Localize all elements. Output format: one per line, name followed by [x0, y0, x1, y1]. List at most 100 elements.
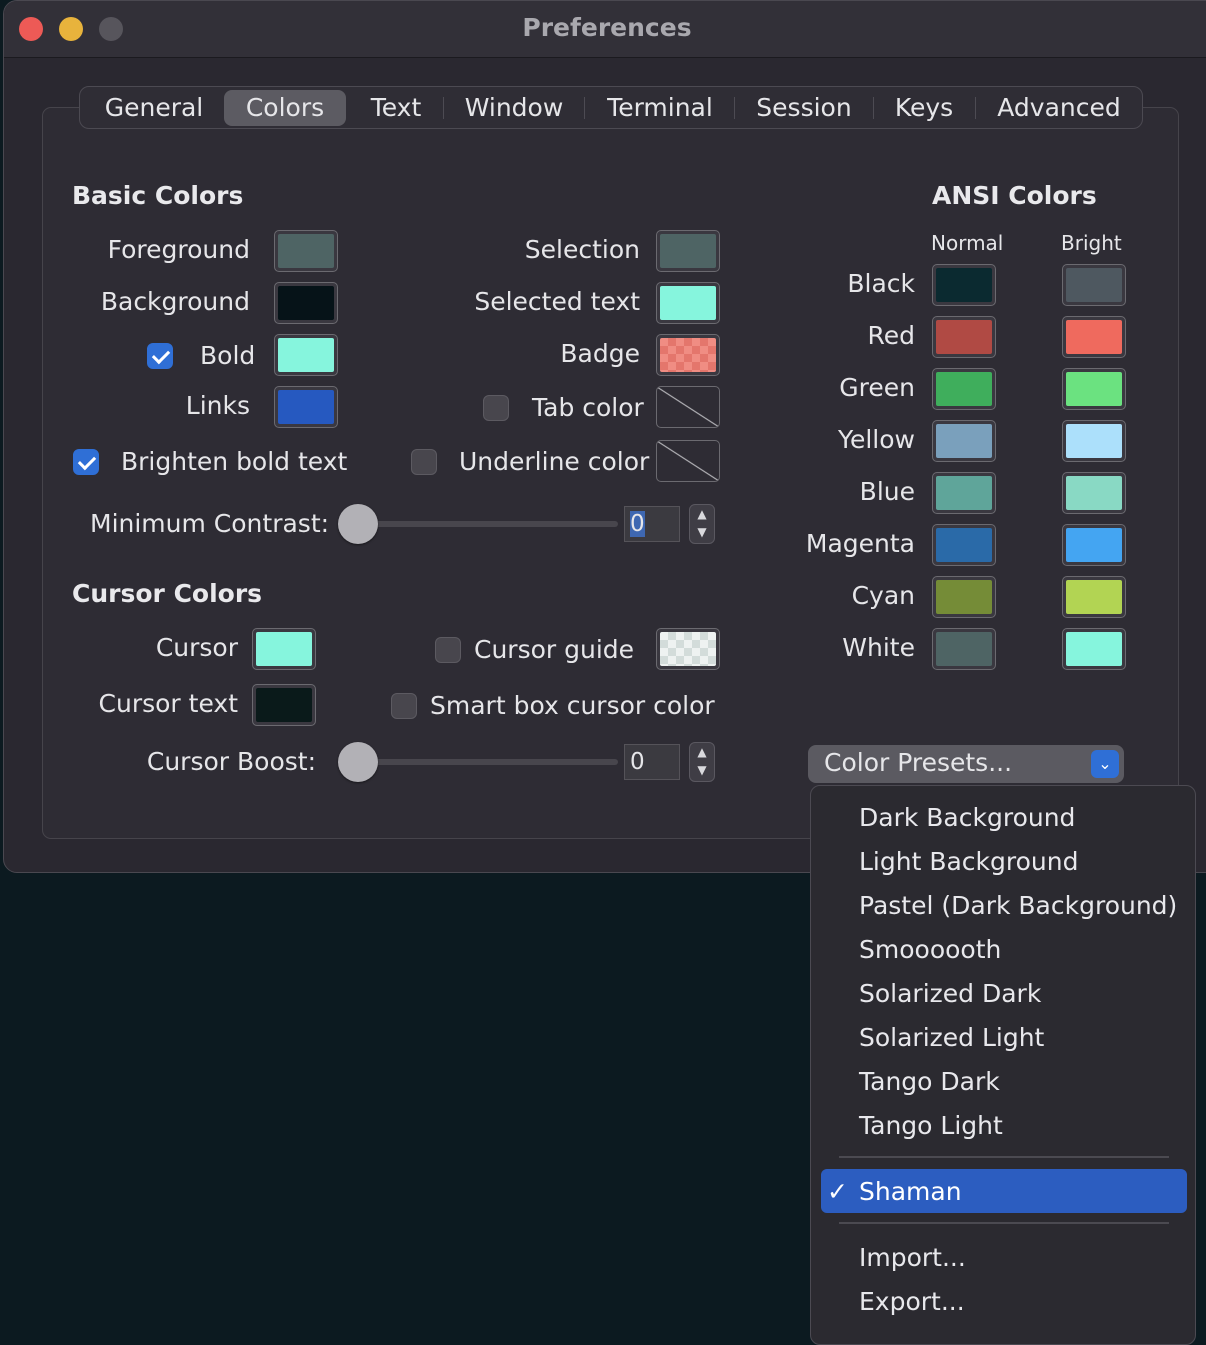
ansi-cyan-label: Cyan [851, 581, 915, 610]
links-label: Links [185, 391, 250, 420]
ansi-white-label: White [842, 633, 915, 662]
foreground-color-well[interactable] [274, 230, 338, 272]
ansi-colors-heading: ANSI Colors [932, 181, 1097, 210]
minimum-contrast-track[interactable] [358, 521, 618, 527]
cursor-label: Cursor [155, 633, 238, 662]
cursor-guide-color-well[interactable] [656, 628, 720, 670]
menu-item-solarized-light[interactable]: Solarized Light [859, 1023, 1044, 1052]
cursor-color-well[interactable] [252, 628, 316, 670]
tab-divider [734, 97, 735, 119]
selection-color-well[interactable] [656, 230, 720, 272]
color-presets-menu: Dark Background Light Background Pastel … [810, 785, 1196, 1345]
smart-box-cursor-label: Smart box cursor color [430, 691, 715, 720]
underline-color-well[interactable] [656, 440, 720, 482]
ansi-magenta-bright-well[interactable] [1062, 524, 1126, 566]
tab-divider [584, 97, 585, 119]
ansi-blue-normal-well[interactable] [932, 472, 996, 514]
foreground-label: Foreground [107, 235, 250, 264]
selected-text-color-well[interactable] [656, 282, 720, 324]
tab-advanced[interactable]: Advanced [984, 90, 1134, 126]
cursor-guide-checkbox[interactable] [435, 637, 461, 663]
tab-session[interactable]: Session [744, 90, 864, 126]
menu-item-smoooooth[interactable]: Smoooooth [859, 935, 1001, 964]
brighten-bold-checkbox[interactable] [73, 449, 99, 475]
tab-divider [975, 97, 976, 119]
underline-color-label: Underline color [459, 447, 650, 476]
cursor-boost-knob[interactable] [338, 742, 378, 782]
stepper-down-icon[interactable]: ▼ [690, 761, 714, 779]
ansi-blue-bright-well[interactable] [1062, 472, 1126, 514]
ansi-black-label: Black [847, 269, 915, 298]
badge-color-well[interactable] [656, 334, 720, 376]
minimum-contrast-field[interactable]: 0 [624, 506, 680, 542]
stepper-up-icon[interactable]: ▲ [690, 743, 714, 761]
background-color-well[interactable] [274, 282, 338, 324]
tab-terminal[interactable]: Terminal [593, 90, 727, 126]
ansi-cyan-bright-well[interactable] [1062, 576, 1126, 618]
ansi-black-normal-well[interactable] [932, 264, 996, 306]
menu-separator [839, 1156, 1169, 1158]
ansi-yellow-bright-well[interactable] [1062, 420, 1126, 462]
smart-box-cursor-checkbox[interactable] [391, 693, 417, 719]
menu-item-light-background[interactable]: Light Background [859, 847, 1078, 876]
ansi-green-label: Green [839, 373, 915, 402]
ansi-yellow-normal-well[interactable] [932, 420, 996, 462]
ansi-cyan-normal-well[interactable] [932, 576, 996, 618]
minimum-contrast-value: 0 [630, 511, 645, 537]
minimum-contrast-knob[interactable] [338, 504, 378, 544]
tab-divider [443, 97, 444, 119]
tab-bar: General Colors Text Window Terminal Sess… [79, 86, 1143, 129]
ansi-green-bright-well[interactable] [1062, 368, 1126, 410]
ansi-magenta-normal-well[interactable] [932, 524, 996, 566]
tab-text[interactable]: Text [357, 90, 435, 126]
tab-divider [873, 97, 874, 119]
tab-window[interactable]: Window [453, 90, 575, 126]
ansi-red-label: Red [867, 321, 916, 350]
menu-item-pastel-dark-background[interactable]: Pastel (Dark Background) [859, 891, 1177, 920]
window-title: Preferences [522, 13, 692, 42]
minimum-contrast-stepper[interactable]: ▲ ▼ [689, 504, 715, 544]
tab-color-well[interactable] [656, 386, 720, 428]
basic-colors-heading: Basic Colors [72, 181, 244, 210]
menu-item-export[interactable]: Export... [859, 1287, 965, 1316]
cursor-colors-heading: Cursor Colors [72, 579, 263, 608]
cursor-guide-label: Cursor guide [474, 635, 635, 664]
ansi-red-normal-well[interactable] [932, 316, 996, 358]
cursor-boost-label: Cursor Boost: [146, 747, 316, 776]
selected-text-label: Selected text [474, 287, 640, 316]
ansi-green-normal-well[interactable] [932, 368, 996, 410]
background-label: Background [100, 287, 250, 316]
bold-checkbox[interactable] [147, 343, 173, 369]
ansi-blue-label: Blue [859, 477, 915, 506]
bright-column-label: Bright [1061, 231, 1122, 255]
ansi-black-bright-well[interactable] [1062, 264, 1126, 306]
stepper-down-icon[interactable]: ▼ [690, 523, 714, 541]
ansi-red-bright-well[interactable] [1062, 316, 1126, 358]
tab-color-label: Tab color [532, 393, 644, 422]
ansi-white-normal-well[interactable] [932, 628, 996, 670]
tab-keys[interactable]: Keys [882, 90, 966, 126]
cursor-text-color-well[interactable] [252, 684, 316, 726]
links-color-well[interactable] [274, 386, 338, 428]
tab-color-checkbox[interactable] [483, 395, 509, 421]
underline-color-checkbox[interactable] [411, 449, 437, 475]
minimum-contrast-label: Minimum Contrast: [90, 509, 330, 538]
stepper-up-icon[interactable]: ▲ [690, 505, 714, 523]
cursor-boost-field[interactable]: 0 [624, 744, 680, 780]
tab-colors[interactable]: Colors [224, 90, 346, 126]
menu-item-import[interactable]: Import... [859, 1243, 966, 1272]
cursor-text-label: Cursor text [98, 689, 238, 718]
menu-item-solarized-dark[interactable]: Solarized Dark [859, 979, 1041, 1008]
bold-label: Bold [200, 341, 256, 370]
selection-label: Selection [524, 235, 640, 264]
cursor-boost-track[interactable] [358, 759, 618, 765]
tab-general[interactable]: General [95, 90, 213, 126]
color-presets-popup[interactable]: Color Presets... ⌄ [808, 745, 1124, 783]
cursor-boost-stepper[interactable]: ▲ ▼ [689, 742, 715, 782]
menu-separator [839, 1222, 1169, 1224]
bold-color-well[interactable] [274, 334, 338, 376]
ansi-white-bright-well[interactable] [1062, 628, 1126, 670]
menu-item-tango-light[interactable]: Tango Light [859, 1111, 1003, 1140]
menu-item-dark-background[interactable]: Dark Background [859, 803, 1075, 832]
menu-item-tango-dark[interactable]: Tango Dark [859, 1067, 1000, 1096]
